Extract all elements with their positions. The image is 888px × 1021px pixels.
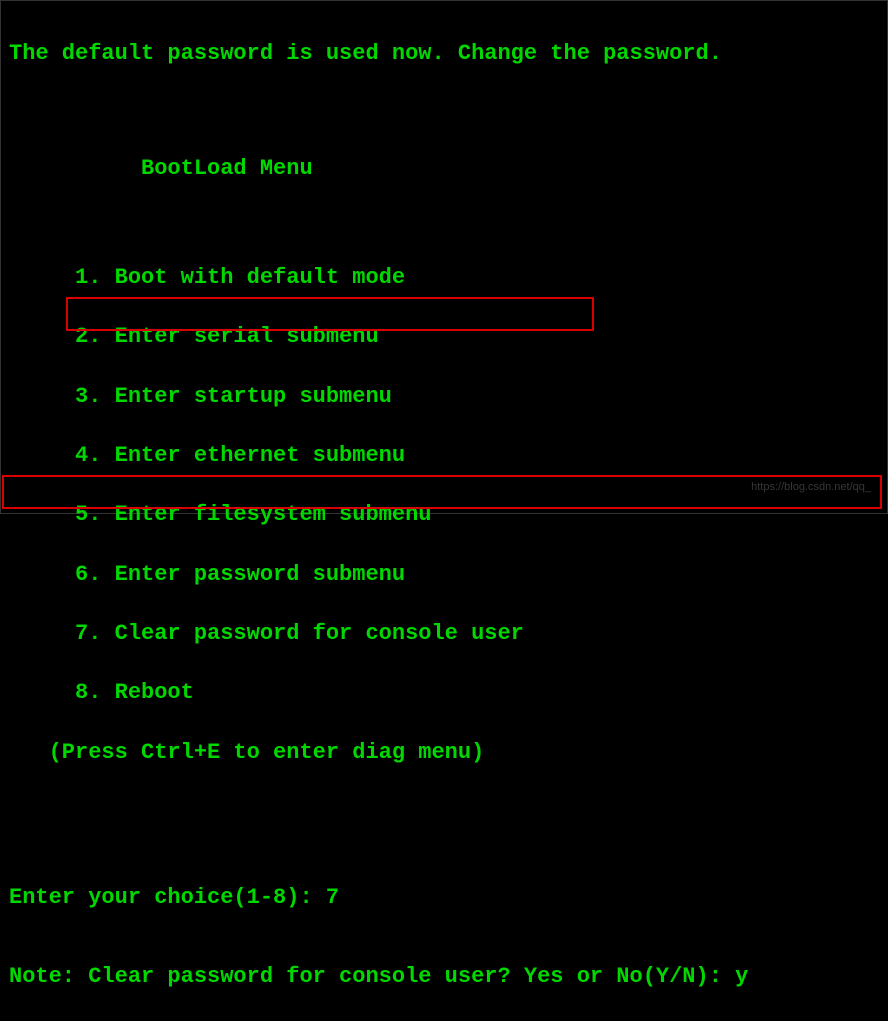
bootload-menu: BootLoad Menu 1. Boot with default mode … [9, 124, 879, 827]
menu-item-5[interactable]: 5. Enter filesystem submenu [9, 500, 879, 530]
menu-item-4[interactable]: 4. Enter ethernet submenu [9, 441, 879, 471]
menu-item-2[interactable]: 2. Enter serial submenu [9, 322, 879, 352]
menu-item-6[interactable]: 6. Enter password submenu [9, 560, 879, 590]
menu-title: BootLoad Menu [9, 154, 879, 184]
menu-hint: (Press Ctrl+E to enter diag menu) [9, 738, 879, 768]
menu-item-7[interactable]: 7. Clear password for console user [9, 619, 879, 649]
menu-item-3[interactable]: 3. Enter startup submenu [9, 382, 879, 412]
menu-item-1[interactable]: 1. Boot with default mode [9, 263, 879, 293]
confirm-input[interactable]: y [735, 964, 748, 989]
note-text: Note: Clear password for console user? Y… [9, 964, 735, 989]
warning-message: The default password is used now. Change… [9, 39, 879, 69]
choice-input[interactable]: 7 [326, 885, 339, 910]
menu-item-8[interactable]: 8. Reboot [9, 678, 879, 708]
choice-prompt[interactable]: Enter your choice(1-8): 7 [9, 883, 879, 913]
prompt-label: Enter your choice(1-8): [9, 885, 326, 910]
confirm-prompt[interactable]: Note: Clear password for console user? Y… [9, 962, 879, 992]
